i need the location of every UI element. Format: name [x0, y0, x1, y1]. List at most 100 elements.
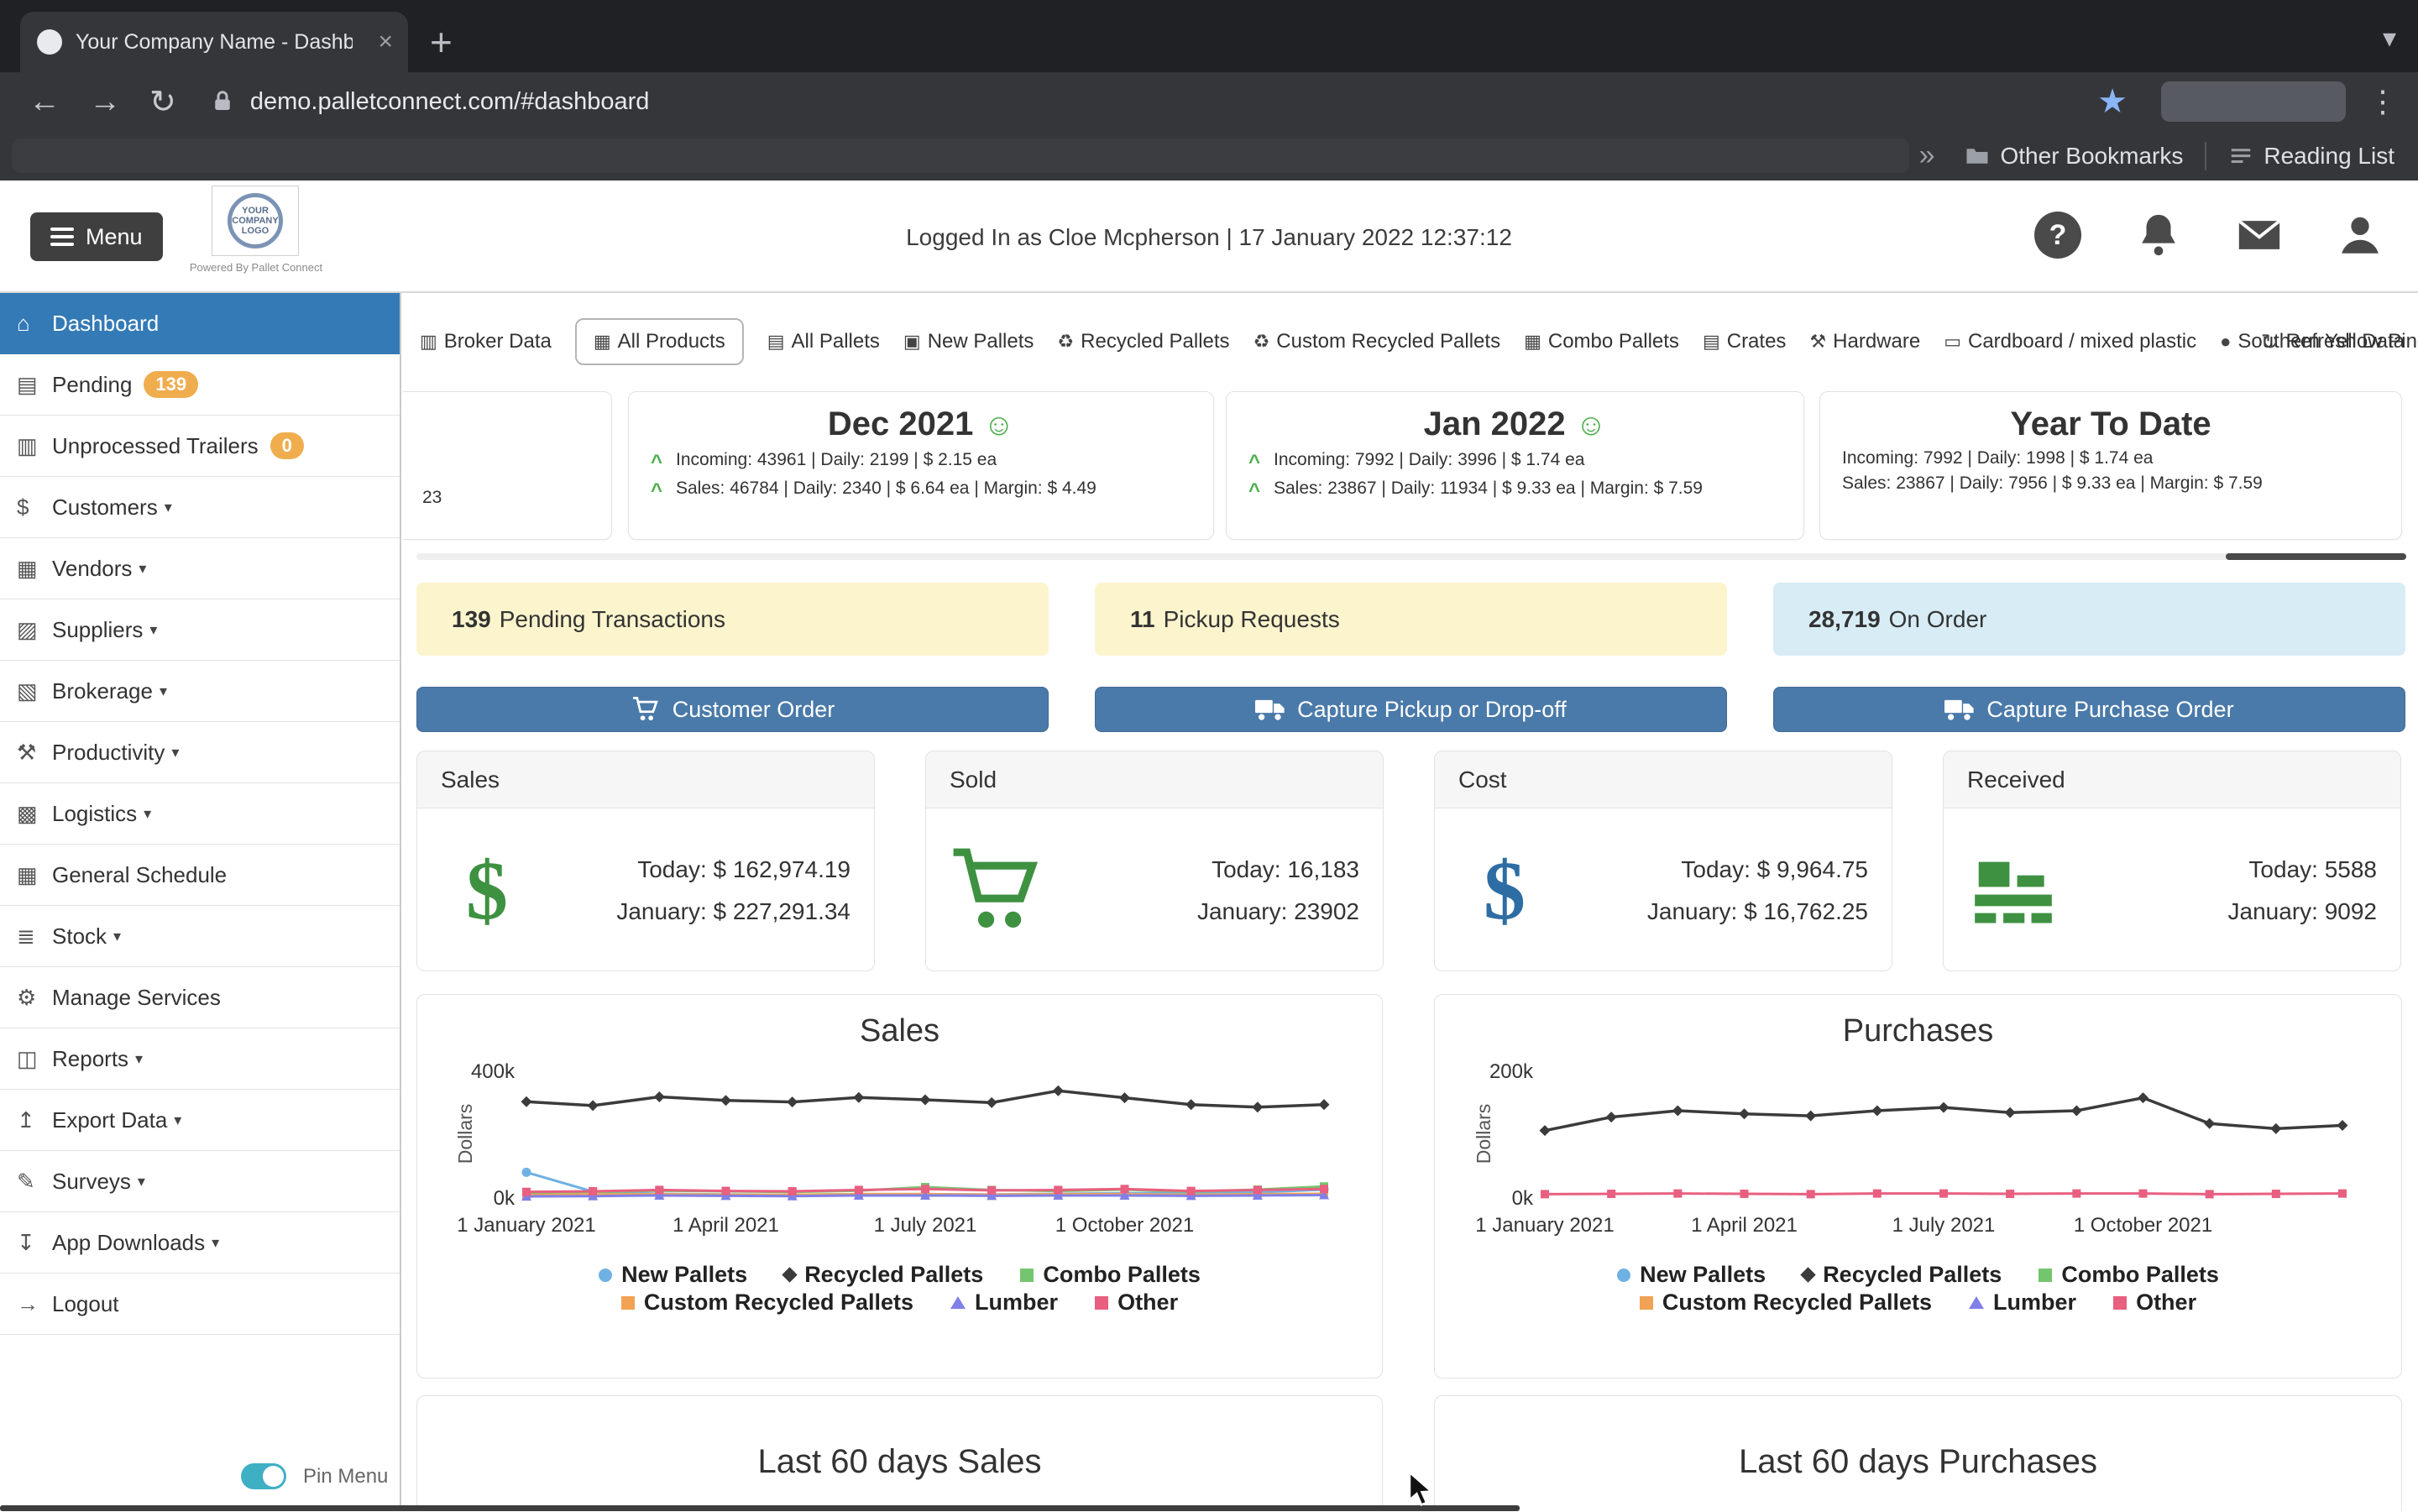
sidebar-item-brokerage[interactable]: ▧ Brokerage ▾ — [0, 661, 400, 722]
product-tab[interactable]: ⚒ Hardware — [1809, 330, 1920, 353]
page-horizontal-scrollbar-thumb[interactable] — [0, 1505, 1520, 1511]
action-button[interactable]: Customer Order — [416, 687, 1049, 732]
browser-menu-icon[interactable]: ⋮ — [2368, 84, 2398, 119]
status-alert: 11Pickup Requests — [1095, 583, 1727, 656]
sidebar-item-surveys[interactable]: ✎ Surveys ▾ — [0, 1151, 400, 1212]
legend-marker-icon — [621, 1296, 635, 1310]
sidebar-item-logout[interactable]: → Logout — [0, 1274, 400, 1335]
messages-envelope-icon[interactable] — [2235, 211, 2284, 259]
browser-tab[interactable]: Your Company Name - Dashbo × — [20, 12, 408, 72]
sidebar-item-stock[interactable]: ≣ Stock ▾ — [0, 906, 400, 967]
other-bookmarks-button[interactable]: Other Bookmarks — [2000, 143, 2183, 170]
refresh-data-button[interactable]: ↻ Refresh Data — [2261, 329, 2405, 355]
sidebar-item-vendors[interactable]: ▦ Vendors ▾ — [0, 538, 400, 599]
horizontal-scrollbar-thumb[interactable] — [2226, 553, 2406, 560]
month-summary-card: Dec 2021☺ ^Incoming: 43961 | Daily: 2199… — [628, 391, 1214, 540]
notifications-bell-icon[interactable] — [2134, 211, 2183, 259]
help-icon[interactable]: ? — [2033, 211, 2082, 259]
suppliers-icon: ▨ — [17, 617, 52, 643]
svg-text:Dollars: Dollars — [454, 1104, 476, 1164]
reading-list-button[interactable]: Reading List — [2264, 143, 2394, 170]
sidebar-item-suppliers[interactable]: ▨ Suppliers ▾ — [0, 599, 400, 661]
sidebar-item-productivity[interactable]: ⚒ Productivity ▾ — [0, 722, 400, 783]
browser-tab-strip: Your Company Name - Dashbo × + ▾ — [0, 0, 2418, 72]
legend-marker-icon — [782, 1267, 797, 1282]
divider — [2205, 142, 2206, 170]
product-tab[interactable]: ▭ Cardboard / mixed plastic — [1944, 330, 2196, 353]
profile-chip[interactable] — [2161, 81, 2346, 122]
action-button[interactable]: Capture Pickup or Drop-off — [1095, 687, 1727, 732]
action-button[interactable]: Capture Purchase Order — [1773, 687, 2405, 732]
alerts-row: 139Pending Transactions 11Pickup Request… — [416, 583, 2405, 656]
pin-menu-label: Pin Menu — [303, 1465, 388, 1488]
services-icon: ⚙ — [17, 985, 52, 1011]
trend-up-icon: ^ — [1248, 451, 1274, 474]
new-tab-button[interactable]: + — [430, 18, 453, 65]
chart-legend: New PalletsRecycled PalletsCombo Pallets… — [417, 1261, 1382, 1316]
legend-marker-icon — [1969, 1296, 1984, 1309]
truck-icon — [1255, 697, 1285, 722]
sidebar-item-logistics[interactable]: ▩ Logistics ▾ — [0, 783, 400, 845]
legend-item: Custom Recycled Pallets — [1640, 1290, 1932, 1316]
chart-legend: New PalletsRecycled PalletsCombo Pallets… — [1435, 1261, 2401, 1316]
purchases-chart-card: Purchases 0k200kDollars1 January 20211 A… — [1434, 994, 2402, 1379]
bookmark-star-icon[interactable]: ★ — [2097, 82, 2128, 121]
chevron-down-icon: ▾ — [165, 499, 172, 516]
user-avatar-icon[interactable] — [2336, 211, 2384, 259]
svg-text:0k: 0k — [1511, 1187, 1533, 1210]
svg-text:200k: 200k — [1489, 1060, 1533, 1083]
count-badge: 139 — [144, 371, 198, 398]
sidebar-item-general-schedule[interactable]: ▦ General Schedule — [0, 845, 400, 906]
logout-icon: → — [17, 1291, 52, 1317]
stat-card: Cost $ Today: $ 9,964.75 January: $ 16,7… — [1434, 751, 1892, 971]
product-tab[interactable]: ♻ Recycled Pallets — [1057, 330, 1229, 353]
legend-item: Other — [1095, 1290, 1178, 1316]
site-info-lock-icon[interactable] — [210, 89, 235, 114]
product-tab[interactable]: ▤ All Pallets — [767, 330, 880, 353]
svg-text:1 October 2021: 1 October 2021 — [1055, 1214, 1193, 1237]
sidebar-item-customers[interactable]: $ Customers ▾ — [0, 477, 400, 538]
legend-item: Recycled Pallets — [784, 1262, 983, 1288]
action-buttons-row: Customer Order Capture Pickup or Drop-of… — [416, 687, 2405, 732]
bookmarks-overflow-icon[interactable]: » — [1919, 139, 1935, 172]
pin-menu-toggle[interactable] — [241, 1463, 286, 1489]
stat-cards-row: Sales $ Today: $ 162,974.19 January: $ 2… — [416, 751, 2401, 971]
dollar-icon: $ — [1458, 845, 1551, 937]
address-bar[interactable]: demo.palletconnect.com/#dashboard — [250, 88, 650, 116]
product-tab[interactable]: ♻ Custom Recycled Pallets — [1253, 330, 1501, 353]
svg-text:1 July 2021: 1 July 2021 — [1892, 1214, 1995, 1237]
stat-card: Sales $ Today: $ 162,974.19 January: $ 2… — [416, 751, 875, 971]
horizontal-scrollbar-track[interactable] — [416, 553, 2406, 560]
reload-button[interactable]: ↻ — [149, 83, 176, 121]
tab-close-icon[interactable]: × — [378, 28, 393, 56]
legend-item: Other — [2113, 1290, 2196, 1316]
product-tab[interactable]: ▦ Combo Pallets — [1524, 330, 1679, 353]
svg-text:400k: 400k — [470, 1060, 515, 1083]
cart-icon — [950, 845, 1042, 937]
legend-item: Recycled Pallets — [1803, 1262, 2002, 1288]
sidebar-item-export-data[interactable]: ↥ Export Data ▾ — [0, 1090, 400, 1151]
truck-icon — [1944, 697, 1975, 722]
sidebar-item-reports[interactable]: ◫ Reports ▾ — [0, 1028, 400, 1090]
product-tab[interactable]: ▦ All Products — [575, 318, 744, 365]
legend-item: Combo Pallets — [2039, 1262, 2219, 1288]
sidebar-item-pending[interactable]: ▤ Pending 139 — [0, 354, 400, 416]
trend-up-icon: ^ — [651, 479, 676, 503]
product-tab[interactable]: ▤ Crates — [1703, 330, 1786, 353]
chevron-down-icon: ▾ — [138, 1173, 145, 1190]
forward-button[interactable]: → — [89, 84, 121, 120]
tab-search-chevron-icon[interactable]: ▾ — [2383, 22, 2396, 54]
sidebar-item-app-downloads[interactable]: ↧ App Downloads ▾ — [0, 1212, 400, 1274]
back-button[interactable]: ← — [29, 84, 60, 120]
last-60-days-card: Last 60 days Purchases — [1434, 1395, 2402, 1511]
sidebar-item-dashboard[interactable]: ⌂ Dashboard — [0, 293, 400, 354]
product-tab[interactable]: ▥ Broker Data — [420, 330, 552, 353]
svg-text:1 January 2021: 1 January 2021 — [457, 1214, 595, 1237]
legend-marker-icon — [1095, 1296, 1108, 1310]
sidebar-item-manage-services[interactable]: ⚙ Manage Services — [0, 967, 400, 1028]
product-tab[interactable]: ▣ New Pallets — [903, 330, 1034, 353]
status-alert: 28,719On Order — [1773, 583, 2405, 656]
sidebar-item-unprocessed-trailers[interactable]: ▥ Unprocessed Trailers 0 — [0, 416, 400, 477]
chevron-down-icon: ▾ — [139, 560, 146, 578]
cart-icon — [631, 697, 661, 722]
